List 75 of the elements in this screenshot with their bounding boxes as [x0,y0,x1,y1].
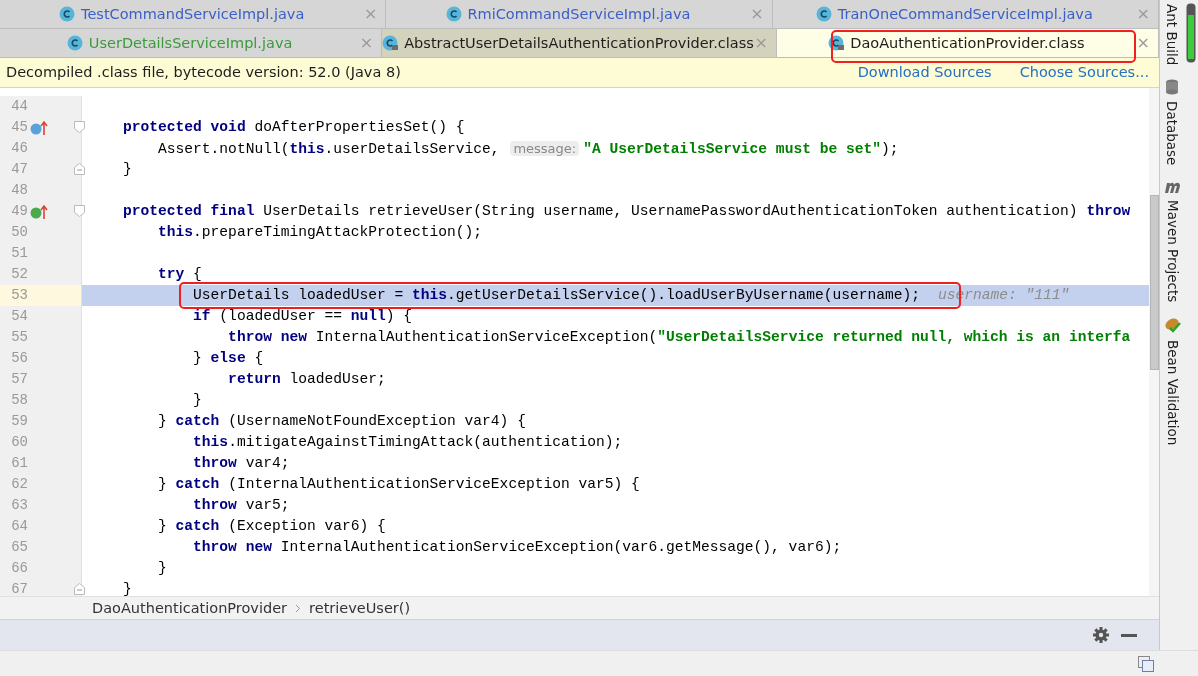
locked-class-icon [382,34,399,51]
decompiled-notice: Decompiled .class file, bytecode version: 52.0 (Java 8) [6,64,402,81]
settings-icon[interactable] [1093,627,1109,644]
fold-marker-icon[interactable] [74,582,85,595]
line-number: 55 [10,329,28,346]
notice-link[interactable]: Download Sources [857,64,992,81]
line-number: 60 [10,434,28,451]
line-number: 45 [10,119,28,136]
memory-meter-icon [1186,3,1196,63]
line-number: 66 [10,560,28,577]
code-line: } [122,159,133,179]
code-line: throw new InternalAuthenticationServiceException(var6.getMessage(), var6); [192,537,843,557]
locked-class-icon [828,34,845,51]
code-line: protected final UserDetails retrieveUser(String username, UsernamePasswordAuthenticationToken authentication) throw [122,201,1132,221]
fold-marker-icon[interactable] [74,120,85,133]
override-method-icon[interactable] [30,119,50,136]
minimize-icon[interactable] [1121,633,1137,637]
line-number: 44 [10,98,28,115]
line-number: 50 [10,224,28,241]
line-number: 56 [10,350,28,367]
notice-link[interactable]: Choose Sources... [1019,64,1149,81]
line-number: 51 [10,245,28,262]
tool-window-button[interactable]: Maven Projects [1164,179,1182,302]
close-icon[interactable]: × [1136,33,1150,53]
breadcrumb-item[interactable]: retrieveUser() [309,600,411,617]
line-number: 59 [10,413,28,430]
editor-tab[interactable]: AbstractUserDetailsAuthenticationProvider.class× [382,28,777,57]
code-line: } [192,390,203,410]
code-line: this.mitigateAgainstTimingAttack(authentication); [192,432,624,452]
tool-window-button[interactable]: Database [1164,79,1180,166]
breadcrumb-item[interactable]: DaoAuthenticationProvider [92,600,288,617]
chevron-icon [295,603,302,613]
line-number: 46 [10,140,28,157]
line-number: 58 [10,392,28,409]
code-line: } catch (Exception var6) { [157,516,387,536]
fold-marker-icon[interactable] [74,204,85,217]
line-number: 53 [10,287,28,304]
code-line: } [157,558,168,578]
line-number: 49 [10,203,28,220]
line-number: 48 [10,182,28,199]
class-icon [445,5,462,22]
implement-method-icon[interactable] [30,203,50,220]
code-line: protected void doAfterPropertiesSet() { [122,117,466,137]
class-icon [59,5,75,22]
code-line: } [122,579,133,597]
code-line: throw var4; [192,453,291,473]
line-number: 63 [10,497,28,514]
code-line: } catch (InternalAuthenticationServiceException var5) { [157,474,641,494]
class-icon [815,5,832,22]
tool-window-button[interactable]: Bean Validation [1164,316,1182,446]
bean-check-icon [1164,316,1182,334]
line-number: 57 [10,371,28,388]
code-line: if (loadedUser == null) { [192,306,414,326]
code-line: throw new InternalAuthenticationServiceException("UserDetailsService returned null, which is an interfa [227,327,1132,347]
code-line: Assert.notNull(this.userDetailsService, message: "A UserDetailsService must be set"); [157,139,900,159]
code-line: this.prepareTimingAttackProtection(); [157,222,484,242]
code-line: } else { [192,348,265,368]
line-number: 64 [10,518,28,535]
fold-marker-icon[interactable] [74,162,85,175]
tool-window-button[interactable]: Ant Build [1164,4,1180,66]
scrollbar-thumb[interactable] [1150,194,1159,370]
code-line: } catch (UsernameNotFoundException var4) { [157,411,527,431]
line-number: 47 [10,161,28,178]
line-number: 65 [10,539,28,556]
line-number: 52 [10,266,28,283]
line-number: 67 [10,581,28,597]
line-number: 61 [10,455,28,472]
code-line: throw var5; [192,495,291,515]
line-number: 54 [10,308,28,325]
line-number: 62 [10,476,28,493]
database-icon [1165,79,1179,96]
code-line: try { [157,264,203,284]
code-line: return loadedUser; [227,369,387,389]
windows-icon[interactable] [1138,656,1154,672]
class-icon [66,34,83,51]
